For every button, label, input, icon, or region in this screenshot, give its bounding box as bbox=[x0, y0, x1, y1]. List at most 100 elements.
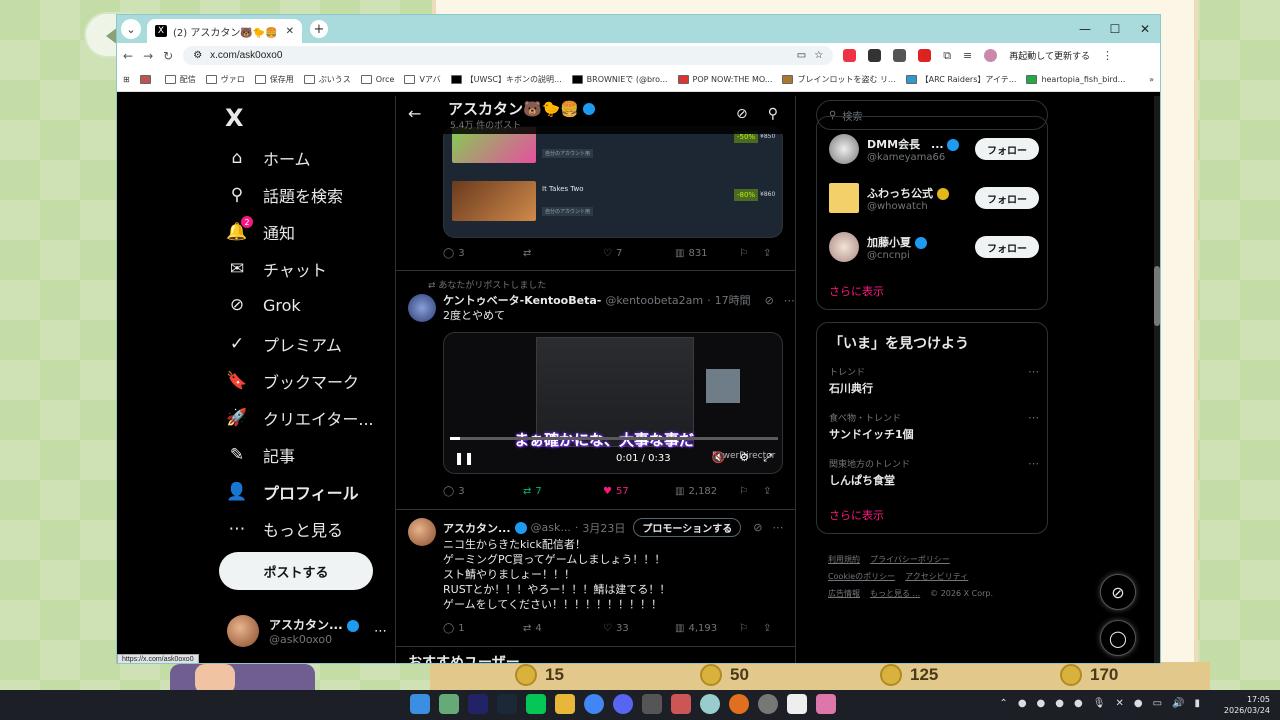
like-button[interactable]: ♥ 57 bbox=[603, 486, 675, 497]
folder-icon[interactable] bbox=[555, 694, 575, 714]
back-icon[interactable]: ← bbox=[123, 49, 133, 63]
maximize-button[interactable]: ☐ bbox=[1100, 15, 1130, 43]
fullscreen-icon[interactable]: ⤢ bbox=[763, 451, 772, 465]
extension-abp-icon[interactable] bbox=[843, 49, 857, 62]
user-suggestion[interactable]: DMM会長 ... @kameyama66 フォロー bbox=[829, 129, 1039, 169]
show-more-link[interactable]: さらに表示 bbox=[829, 507, 884, 523]
bookmark-folder[interactable]: 配信 bbox=[164, 74, 196, 85]
search-icon[interactable]: ⚲ bbox=[768, 106, 778, 122]
more-options-icon[interactable]: ⋯ bbox=[1028, 365, 1039, 378]
like-button[interactable]: ♡ 33 bbox=[603, 623, 675, 634]
footer-link[interactable]: 広告情報 bbox=[828, 589, 860, 598]
trend-item[interactable]: トレンド 石川典行 ⋯ bbox=[829, 365, 1039, 396]
steam-icon[interactable] bbox=[497, 694, 517, 714]
share-icon[interactable]: ⇪ bbox=[763, 623, 771, 634]
more-options-icon[interactable]: ⋯ bbox=[1028, 457, 1039, 470]
taskbar-app-icon[interactable] bbox=[758, 694, 778, 714]
nav-creator[interactable]: 🚀 クリエイター... bbox=[226, 406, 373, 430]
profile-avatar-icon[interactable] bbox=[984, 49, 998, 62]
close-icon[interactable]: ✕ bbox=[1115, 698, 1123, 709]
menu-kebab-icon[interactable]: ⋮ bbox=[1102, 49, 1113, 62]
follow-button[interactable]: フォロー bbox=[975, 138, 1039, 160]
clock[interactable]: 17:05 2026/03/24 bbox=[1224, 694, 1270, 716]
start-icon[interactable] bbox=[410, 694, 430, 714]
star-icon[interactable]: ☆ bbox=[814, 50, 823, 61]
x-logo[interactable]: X bbox=[225, 104, 244, 132]
tweet-author[interactable]: アスカタン... bbox=[443, 520, 511, 536]
nav-grok[interactable]: ⊘ Grok bbox=[227, 295, 301, 315]
tab-search-button[interactable]: ⌄ bbox=[121, 19, 141, 39]
nav-home[interactable]: ⌂ ホーム bbox=[227, 146, 311, 170]
promote-button[interactable]: プロモーションする bbox=[633, 518, 742, 537]
close-window-button[interactable]: ✕ bbox=[1130, 15, 1160, 43]
new-tab-button[interactable]: + bbox=[310, 20, 328, 38]
site-info-icon[interactable]: ⚙ bbox=[193, 50, 202, 61]
bookmark-icon[interactable]: ⚐ bbox=[739, 248, 763, 259]
bookmark-item[interactable]: 【ARC Raiders】アイテ... bbox=[905, 74, 1016, 85]
like-button[interactable]: ♡ 7 bbox=[603, 248, 675, 259]
scrollbar-thumb[interactable] bbox=[1154, 266, 1160, 326]
extension-icon[interactable] bbox=[893, 49, 907, 62]
steam-tray-icon[interactable]: ● bbox=[1074, 698, 1083, 709]
chat-fab-icon[interactable]: ◯ bbox=[1100, 620, 1136, 656]
pause-icon[interactable]: ❚❚ bbox=[454, 451, 474, 465]
user-suggestion[interactable]: 加藤小夏 @cncnpi フォロー bbox=[829, 227, 1039, 267]
views-button[interactable]: ▥ 4,193 bbox=[675, 623, 739, 634]
volume-icon[interactable]: 🔊 bbox=[1172, 698, 1184, 709]
nav-chat[interactable]: ✉ チャット bbox=[227, 257, 327, 281]
trend-item[interactable]: 食べ物・トレンド サンドイッチ1個 ⋯ bbox=[829, 411, 1039, 442]
taskbar-app-icon[interactable] bbox=[468, 694, 488, 714]
discord-icon[interactable] bbox=[613, 694, 633, 714]
taskbar-app-icon[interactable] bbox=[700, 694, 720, 714]
nav-profile[interactable]: 👤 プロフィール bbox=[226, 480, 358, 504]
bookmark-folder[interactable]: Vアバ bbox=[404, 74, 441, 85]
bookmark-icon[interactable]: ⚐ bbox=[739, 623, 763, 634]
tab-close-icon[interactable]: ✕ bbox=[286, 26, 294, 37]
show-more-link[interactable]: さらに表示 bbox=[829, 283, 884, 299]
follow-button[interactable]: フォロー bbox=[975, 187, 1039, 209]
extensions-puzzle-icon[interactable]: ⧉ bbox=[943, 49, 951, 63]
repost-button[interactable]: ⇄ 7 bbox=[523, 486, 603, 497]
reload-icon[interactable]: ↻ bbox=[163, 49, 173, 63]
video-progress[interactable] bbox=[450, 437, 778, 440]
taskbar-app-icon[interactable] bbox=[439, 694, 459, 714]
apps-grid-icon[interactable]: ⊞ bbox=[123, 75, 130, 84]
restart-update-button[interactable]: 再起動して更新する bbox=[1009, 49, 1090, 62]
avatar[interactable] bbox=[408, 518, 436, 546]
tray-app-icon[interactable]: ● bbox=[1134, 698, 1143, 709]
line-icon[interactable] bbox=[526, 694, 546, 714]
media-control-icon[interactable]: ≡ bbox=[963, 49, 972, 62]
bookmark-folder[interactable]: ヴァロ bbox=[205, 74, 245, 85]
minimize-button[interactable]: — bbox=[1070, 15, 1100, 43]
footer-link[interactable]: もっと見る ... bbox=[870, 589, 920, 598]
grok-icon[interactable]: ⊘ bbox=[753, 521, 762, 534]
grok-fab-icon[interactable]: ⊘ bbox=[1100, 574, 1136, 610]
tweet-author[interactable]: ケントゥベータ-KentooBeta- bbox=[443, 292, 601, 308]
tray-app-icon[interactable]: ● bbox=[1055, 698, 1064, 709]
extension-icon[interactable] bbox=[918, 49, 932, 62]
more-bookmarks-icon[interactable]: » bbox=[1149, 75, 1154, 84]
extension-icon[interactable] bbox=[868, 49, 882, 62]
bookmark-item[interactable]: POP NOW:THE MO... bbox=[677, 75, 772, 84]
reply-button[interactable]: ◯ 3 bbox=[443, 486, 523, 497]
trend-item[interactable]: 関東地方のトレンド しんぱち食堂 ⋯ bbox=[829, 457, 1039, 488]
mute-icon[interactable]: 🔇 bbox=[712, 451, 726, 465]
footer-link[interactable]: プライバシーポリシー bbox=[870, 555, 950, 564]
nav-premium[interactable]: ✓ プレミアム bbox=[227, 332, 342, 356]
browser-tab[interactable]: X (2) アスカタン🐻🐤🍔（@ask0x ✕ bbox=[147, 19, 302, 43]
bookmark-item[interactable]: BROWNIEで (@bro... bbox=[571, 74, 668, 85]
taskbar-app-icon[interactable] bbox=[816, 694, 836, 714]
follow-button[interactable]: フォロー bbox=[975, 236, 1039, 258]
battery-icon[interactable]: ▮ bbox=[1194, 698, 1200, 709]
repost-button[interactable]: ⇄ 4 bbox=[523, 623, 603, 634]
install-app-icon[interactable]: ▭ bbox=[797, 50, 806, 61]
more-options-icon[interactable]: ⋯ bbox=[1028, 411, 1039, 424]
repost-button[interactable]: ⇄ bbox=[523, 248, 603, 259]
account-switcher[interactable]: アスカタン... @ask0oxo0 ⋯ bbox=[227, 615, 387, 647]
bookmark-folder[interactable]: ぷいうス bbox=[303, 74, 351, 85]
avatar[interactable] bbox=[408, 294, 436, 322]
chrome-icon[interactable] bbox=[584, 694, 604, 714]
tray-app-icon[interactable]: ● bbox=[1018, 698, 1027, 709]
footer-link[interactable]: アクセシビリティ bbox=[905, 572, 968, 581]
reply-button[interactable]: ◯ 3 bbox=[443, 248, 523, 259]
